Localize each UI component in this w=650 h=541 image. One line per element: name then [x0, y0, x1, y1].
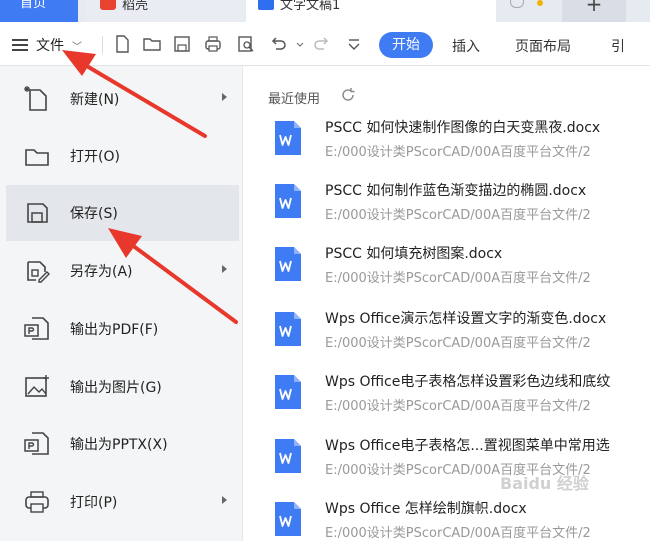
save-as-icon [22, 256, 52, 286]
recent-doc-item[interactable]: PSCC 如何填充树图案.docx E:/000设计类PScorCAD/00A百度… [262, 238, 650, 298]
submenu-arrow-icon [222, 496, 227, 504]
recent-doc-path: E:/000设计类PScorCAD/00A百度平台文件/2 [325, 145, 591, 160]
menu-item-new[interactable]: 新建(N) [6, 71, 239, 127]
hamburger-icon [12, 39, 28, 51]
menu-item-label: 新建(N) [70, 92, 120, 108]
new-doc-icon[interactable] [112, 34, 132, 54]
toolbar-divider [102, 36, 103, 54]
file-menu-label: 文件 [36, 38, 64, 54]
folder-icon [22, 141, 52, 171]
recent-doc-item[interactable]: PSCC 如何制作蓝色渐变描边的椭圆.docx E:/000设计类PScorCAD… [262, 175, 650, 235]
recent-doc-name: Wps Office电子表格怎样设置彩色边线和底纹 [325, 374, 611, 390]
word-doc-icon [274, 311, 302, 347]
recent-doc-name: Wps Office 怎样绘制旗帜.docx [325, 501, 527, 517]
pptx-export-icon [22, 429, 52, 459]
menu-item-label: 打开(O) [70, 149, 120, 165]
recent-doc-path: E:/000设计类PScorCAD/00A百度平台文件/2 [325, 208, 591, 223]
menu-item-export-pdf[interactable]: 输出为PDF(F) [6, 301, 239, 357]
word-doc-icon [274, 246, 302, 282]
recent-doc-name: PSCC 如何填充树图案.docx [325, 246, 503, 262]
word-doc-icon [258, 0, 274, 10]
refresh-icon[interactable] [340, 87, 356, 103]
recent-doc-path: E:/000设计类PScorCAD/00A百度平台文件/2 [325, 526, 591, 541]
recent-doc-item[interactable]: PSCC 如何快速制作图像的白天变黑夜.docx E:/000设计类PScorCA… [262, 112, 650, 172]
word-doc-icon [274, 438, 302, 474]
submenu-arrow-icon [222, 265, 227, 273]
menu-item-open[interactable]: 打开(O) [6, 128, 239, 184]
image-export-icon [22, 372, 52, 402]
tab-start[interactable]: 开始 [379, 32, 433, 58]
open-folder-icon[interactable] [142, 34, 162, 54]
tab-strip: 首页 稻壳 文字文稿1 + [0, 0, 650, 22]
menu-item-label: 输出为PPTX(X) [70, 437, 168, 453]
recent-doc-item[interactable]: Wps Office电子表格怎样设置彩色边线和底纹 E:/000设计类PScorC… [262, 366, 650, 426]
menu-item-label: 保存(S) [70, 206, 118, 222]
recent-doc-path: E:/000设计类PScorCAD/00A百度平台文件/2 [325, 271, 591, 286]
more-dropdown-icon[interactable] [344, 34, 364, 54]
recent-doc-path: E:/000设计类PScorCAD/00A百度平台文件/2 [325, 336, 591, 351]
recent-doc-item[interactable]: Wps Office 怎样绘制旗帜.docx E:/000设计类PScorCAD/… [262, 493, 650, 541]
word-doc-icon [274, 501, 302, 537]
save-icon [22, 198, 52, 228]
watermark: Baidu 经验 [500, 474, 589, 493]
printer-icon [22, 487, 52, 517]
menu-item-label: 输出为PDF(F) [70, 322, 159, 338]
recent-doc-item[interactable]: Wps Office电子表格怎...置视图菜单中常用选 E:/000设计类PSco… [262, 430, 650, 490]
daoke-logo-icon [100, 0, 116, 10]
tab-insert[interactable]: 插入 [452, 36, 480, 56]
print-preview-icon[interactable] [236, 34, 256, 54]
tab-daoke[interactable]: 稻壳 [86, 0, 244, 22]
menu-item-save-as[interactable]: 另存为(A) [6, 243, 239, 299]
new-file-icon [22, 84, 52, 114]
tab-daoke-label: 稻壳 [122, 0, 149, 13]
recent-heading: 最近使用 [268, 92, 321, 107]
menu-item-save[interactable]: 保存(S) [6, 185, 239, 241]
menu-item-export-pptx[interactable]: 输出为PPTX(X) [6, 416, 239, 472]
chevron-down-icon: ﹀ [72, 41, 82, 53]
menu-item-label: 输出为图片(G) [70, 380, 162, 396]
recent-doc-name: PSCC 如何制作蓝色渐变描边的椭圆.docx [325, 183, 587, 199]
menu-item-label: 打印(P) [70, 495, 118, 511]
tab-home-label: 首页 [20, 0, 47, 11]
redo-icon[interactable] [312, 34, 332, 54]
file-menu-panel: 新建(N) 打开(O) 保存(S) 另存为(A) 输出为PDF(F) 输出为图片… [0, 66, 243, 541]
undo-dropdown-icon[interactable] [290, 34, 304, 54]
tab-document-label: 文字文稿1 [280, 0, 341, 13]
tab-references[interactable]: 引 [611, 36, 625, 56]
recent-doc-name: PSCC 如何快速制作图像的白天变黑夜.docx [325, 120, 601, 136]
recent-doc-name: Wps Office演示怎样设置文字的渐变色.docx [325, 311, 607, 327]
tab-document[interactable]: 文字文稿1 [246, 0, 496, 22]
menu-item-export-image[interactable]: 输出为图片(G) [6, 359, 239, 415]
menu-item-print[interactable]: 打印(P) [6, 474, 239, 530]
phone-icon[interactable] [510, 0, 524, 8]
tab-home[interactable]: 首页 [0, 0, 78, 22]
tab-page-layout[interactable]: 页面布局 [515, 36, 571, 56]
new-tab-button[interactable]: + [562, 0, 626, 22]
print-icon[interactable] [203, 34, 223, 54]
word-doc-icon [274, 183, 302, 219]
recent-doc-name: Wps Office电子表格怎...置视图菜单中常用选 [325, 438, 610, 454]
save-icon[interactable] [172, 34, 192, 54]
notification-dot-icon [537, 0, 543, 6]
file-menu-button[interactable]: 文件 ﹀ [6, 32, 94, 58]
recent-doc-path: E:/000设计类PScorCAD/00A百度平台文件/2 [325, 399, 591, 414]
menu-item-label: 另存为(A) [70, 264, 133, 280]
submenu-arrow-icon [222, 93, 227, 101]
word-doc-icon [274, 374, 302, 410]
word-doc-icon [274, 120, 302, 156]
toolbar: 文件 ﹀ 开始 插入 页面布局 引 [0, 22, 650, 66]
undo-icon[interactable] [268, 34, 288, 54]
recent-doc-item[interactable]: Wps Office演示怎样设置文字的渐变色.docx E:/000设计类PSco… [262, 303, 650, 363]
pdf-export-icon [22, 314, 52, 344]
